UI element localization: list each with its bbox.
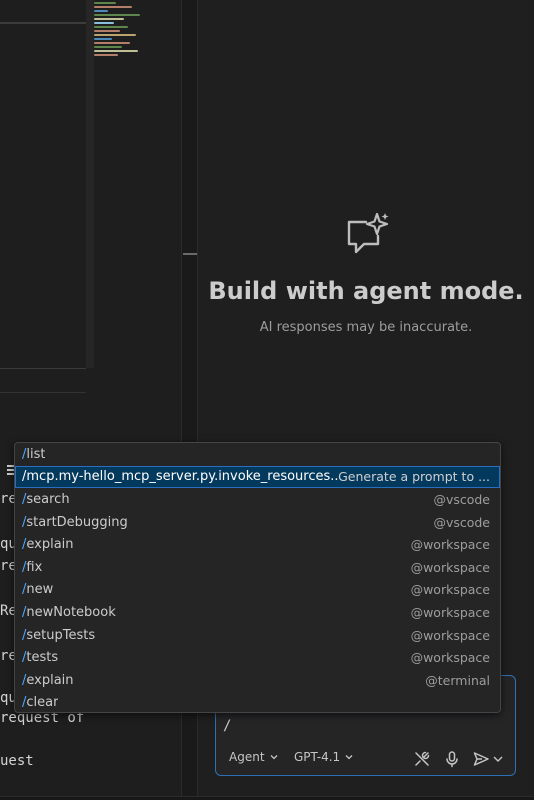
popup-item[interactable]: /startDebugging @vscode	[15, 511, 500, 534]
command-source: @workspace	[410, 559, 490, 575]
popup-item[interactable]: /tests @workspace	[15, 646, 500, 669]
popup-item[interactable]: /search @vscode	[15, 488, 500, 511]
command-label: explain	[26, 537, 74, 553]
command-label: newNotebook	[26, 604, 116, 620]
mode-picker[interactable]: Agent	[229, 750, 279, 764]
chat-input[interactable]: /	[223, 718, 231, 734]
popup-item-selected[interactable]: /mcp.my-hello_mcp_server.py.invoke_resou…	[15, 465, 500, 489]
command-label: clear	[26, 695, 59, 711]
command-source: @terminal	[425, 672, 490, 688]
chevron-down-icon[interactable]	[492, 750, 504, 768]
command-label: startDebugging	[26, 514, 128, 530]
microphone-icon[interactable]	[443, 750, 461, 768]
popup-item[interactable]: /explain @terminal	[15, 669, 500, 692]
chat-empty-subtitle: AI responses may be inaccurate.	[259, 320, 473, 335]
command-label: explain	[26, 672, 74, 688]
command-label: setupTests	[26, 627, 96, 643]
mode-label: Agent	[229, 750, 265, 764]
chat-empty-title: Build with agent mode.	[208, 277, 524, 305]
chevron-down-icon	[270, 755, 277, 760]
popup-item[interactable]: /explain @workspace	[15, 533, 500, 556]
command-source: @workspace	[410, 650, 490, 666]
popup-item[interactable]: /setupTests @workspace	[15, 624, 500, 647]
popup-item[interactable]: /fix @workspace	[15, 556, 500, 579]
command-label: mcp.my-hello_mcp_server.py.invoke_resour…	[26, 469, 339, 485]
status-bar	[0, 796, 534, 800]
popup-item[interactable]: /list	[15, 443, 500, 466]
chevron-down-icon	[345, 755, 353, 760]
chat-sparkle-icon	[347, 212, 389, 254]
sash-handle[interactable]	[183, 253, 197, 255]
command-label: tests	[26, 650, 59, 666]
send-icon[interactable]	[472, 750, 490, 768]
command-source: @vscode	[433, 491, 490, 507]
command-source: @workspace	[410, 627, 490, 643]
command-label: list	[26, 446, 46, 462]
command-source: @workspace	[410, 604, 490, 620]
command-label: fix	[26, 559, 43, 575]
code-line: uest	[0, 753, 34, 769]
command-label: new	[26, 582, 54, 598]
command-source: @workspace	[410, 582, 490, 598]
editor-tab-underline	[0, 22, 86, 24]
model-label: GPT-4.1	[294, 750, 341, 764]
slash-command-popup: /list /mcp.my-hello_mcp_server.py.invoke…	[14, 442, 501, 713]
tools-icon[interactable]	[413, 750, 431, 768]
command-source: Generate a prompt to ...	[338, 469, 490, 485]
editor-scrollbar[interactable]	[86, 0, 94, 368]
popup-item[interactable]: /new @workspace	[15, 579, 500, 602]
model-picker[interactable]: GPT-4.1	[294, 750, 354, 764]
command-label: search	[26, 491, 70, 507]
popup-item[interactable]: /clear	[15, 692, 500, 712]
command-source: @vscode	[433, 514, 490, 530]
command-source: @workspace	[410, 537, 490, 553]
minimap[interactable]	[94, 0, 180, 70]
panel-divider	[0, 392, 86, 393]
popup-item[interactable]: /newNotebook @workspace	[15, 601, 500, 624]
panel-divider	[0, 368, 86, 369]
